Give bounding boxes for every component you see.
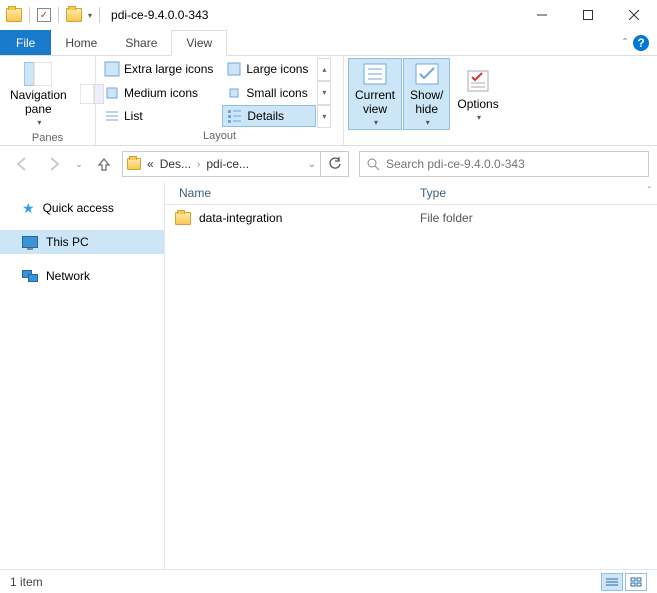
layout-list[interactable]: List [100,105,221,127]
gallery-scroll-down[interactable]: ▾ [317,81,331,104]
folder-icon [175,212,191,225]
layout-details[interactable]: Details [222,105,316,127]
breadcrumb-item[interactable]: pdi-ce... [206,157,249,171]
options-button[interactable]: Options ▾ [451,58,504,130]
refresh-button[interactable] [321,151,349,177]
help-icon[interactable]: ? [633,35,649,51]
back-button[interactable] [8,152,36,176]
ribbon-collapse-icon[interactable]: ˆ [623,36,627,50]
folder-icon [127,158,141,170]
tab-file[interactable]: File [0,30,51,55]
address-dropdown-icon[interactable]: ⌄ [308,159,316,170]
breadcrumb-item[interactable]: Des... [160,157,191,171]
column-header-name[interactable]: Name [165,186,420,200]
list-item[interactable]: data-integration File folder [165,205,657,231]
sidebar-item-network[interactable]: Network [0,264,164,288]
up-button[interactable] [90,152,118,176]
layout-lg-icons[interactable]: Large icons [222,58,316,80]
history-dropdown[interactable]: ⌄ [72,152,86,176]
search-box[interactable] [359,151,649,177]
forward-button[interactable] [40,152,68,176]
nav-bar: ⌄ « Des... › pdi-ce... ⌄ [0,146,657,182]
view-mode-details-button[interactable] [601,573,623,591]
window-folder-icon [6,8,22,22]
tab-share[interactable]: Share [111,30,171,55]
chevron-down-icon: ▾ [374,118,378,127]
monitor-icon [22,236,38,248]
titlebar: ✓ ▾ pdi-ce-9.4.0.0-343 [0,0,657,30]
sidebar-item-this-pc[interactable]: This PC [0,230,164,254]
current-view-button[interactable]: Current view ▾ [348,58,402,130]
view-mode-thumbnails-button[interactable] [625,573,647,591]
minimize-button[interactable] [519,0,565,30]
search-icon [366,157,380,171]
ribbon-tabs: File Home Share View ˆ ? [0,30,657,56]
chevron-down-icon: ▾ [426,118,430,127]
column-header-type[interactable]: Type [420,186,657,200]
status-bar: 1 item [0,569,657,593]
layout-xl-icons[interactable]: Extra large icons [100,58,221,80]
close-button[interactable] [611,0,657,30]
chevron-down-icon: ▾ [477,113,481,122]
layout-sm-icons[interactable]: Small icons [222,82,316,104]
group-label-panes: Panes [4,130,91,146]
layout-md-icons[interactable]: Medium icons [100,82,221,104]
navigation-pane-button[interactable]: Navigation pane ▾ [4,58,73,130]
label: Navigation pane [10,88,67,116]
tab-view[interactable]: View [171,30,227,56]
item-name: data-integration [199,211,420,225]
search-input[interactable] [386,157,642,171]
gallery-scroll-up[interactable]: ▴ [317,58,331,81]
item-count: 1 item [10,575,43,589]
address-bar[interactable]: « Des... › pdi-ce... ⌄ [122,151,321,177]
maximize-button[interactable] [565,0,611,30]
column-headers[interactable]: Name Type ˆ [165,182,657,205]
tab-home[interactable]: Home [51,30,111,55]
gallery-expand[interactable]: ▾ [317,105,331,128]
breadcrumb-trunc[interactable]: « [147,157,154,171]
qat-properties-icon[interactable]: ✓ [37,8,51,22]
chevron-right-icon[interactable]: › [197,159,200,170]
star-icon: ★ [22,200,35,217]
file-list[interactable]: Name Type ˆ data-integration File folder [165,182,657,569]
qat-dropdown-icon[interactable]: ▾ [88,11,92,20]
window-title: pdi-ce-9.4.0.0-343 [111,8,208,22]
ribbon: Navigation pane ▾ Panes Extra large icon… [0,56,657,146]
qat-new-folder-icon[interactable] [66,8,82,22]
group-label-layout: Layout [100,128,339,144]
layout-gallery[interactable]: Extra large icons Large icons Medium ico… [100,58,316,128]
show-hide-button[interactable]: Show/ hide ▾ [403,58,450,130]
network-icon [22,270,38,282]
item-type: File folder [420,211,657,225]
sidebar-item-quick-access[interactable]: ★ Quick access [0,196,164,220]
navigation-tree[interactable]: ★ Quick access This PC Network [0,182,165,569]
chevron-down-icon: ▾ [37,118,41,127]
chevron-up-icon[interactable]: ˆ [648,186,651,197]
